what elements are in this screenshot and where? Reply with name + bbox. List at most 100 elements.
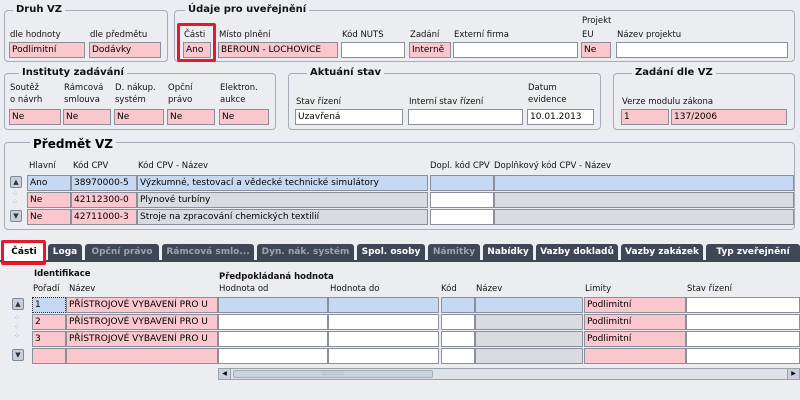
hscroll-thumb[interactable]: ::::::::::: [233,370,433,378]
tab-typ-zverejneni[interactable]: Typ zveřejnění [706,244,800,261]
casti-hdr-nazev2: Název [476,284,503,294]
dns-field[interactable]: Ne [114,109,164,125]
tab-vazby-dokladu[interactable]: Vazby dokladů [536,244,618,261]
casti-row-2-kod[interactable] [441,314,475,330]
casti-row-1-stav[interactable] [686,297,800,313]
predmet-row-3-nazev[interactable]: Stroje na zpracování chemických textilií [137,209,428,225]
tab-nabidky[interactable]: Nabídky [483,244,533,261]
casti-hscroll[interactable]: ◀ ::::::::::: ▶ [218,368,800,380]
stav-rizeni-field[interactable]: Uzavřená [295,109,403,125]
casti-row-3-limity[interactable]: Podlimitní [584,331,686,347]
casti-row-4-stav[interactable] [686,348,800,364]
tab-loga[interactable]: Loga [48,244,82,261]
predmet-hdr-hlavni: Hlavní [29,161,56,171]
zadani-label: Zadání [410,30,440,40]
casti-row-3-poradi[interactable]: 3 [32,331,66,347]
misto-label: Místo plnění [219,30,271,40]
casti-row-4-poradi[interactable] [32,348,66,364]
predmet-row-1-hlavni[interactable]: Ano [27,175,71,191]
predmet-hdr-kod: Kód CPV [73,161,109,171]
predmet-row-2-nazev[interactable]: Plynové turbíny [137,192,428,208]
tab-spol-osoby[interactable]: Spol. osoby [357,244,425,261]
casti-hdr-hod-od: Hodnota od [219,284,269,294]
casti-scroll-down-button[interactable]: ▼ [12,349,24,361]
nazev-projektu-field[interactable] [616,42,788,58]
verze-value-field[interactable]: 137/2006 [671,109,787,125]
soutez-field[interactable]: Ne [9,109,61,125]
casti-row-2-hod-do[interactable] [328,314,439,330]
predmet-scroll-track[interactable]: ⁘ ⁘ [12,190,20,206]
predmet-row-1-dopl-kod[interactable] [430,175,494,191]
casti-scroll-up-button[interactable]: ▲ [12,298,24,310]
predmet-row-2-hlavni[interactable]: Ne [27,192,71,208]
casti-scroll-track[interactable]: ⁘ ⁘ ⁘ [14,314,22,342]
dle-hodnoty-field[interactable]: Podlimitní [9,42,85,58]
predmet-row-3-dopl-nazev[interactable] [494,209,794,225]
tab-opcni-pravo[interactable]: Opční právo [85,244,159,261]
projekt-label-1: Projekt [582,16,612,26]
tab-namitky[interactable]: Námitky [428,244,480,261]
aukce-field[interactable]: Ne [219,109,269,125]
misto-field[interactable]: BEROUN - LOCHOVICE [218,42,338,58]
casti-row-4-kod[interactable] [441,348,475,364]
casti-row-3-kod[interactable] [441,331,475,347]
casti-row-3-hod-od[interactable] [218,331,328,347]
casti-row-4-nazev2[interactable] [475,348,583,364]
predmet-row-2-dopl-kod[interactable] [430,192,494,208]
verze-num-field[interactable]: 1 [621,109,669,125]
ramcova-field[interactable]: Ne [63,109,111,125]
predmet-row-1-kod[interactable]: 38970000-5 [71,175,137,191]
casti-row-4-hod-od[interactable] [218,348,328,364]
dns-label-1: D. nákup. [115,83,156,93]
casti-row-1-kod[interactable] [441,297,475,313]
interni-stav-field[interactable] [408,109,523,125]
soutez-label-2: o návrh [10,95,43,105]
ramcova-label-1: Rámcová [64,83,104,93]
casti-row-1-hod-od[interactable] [218,297,328,313]
casti-row-4-hod-do[interactable] [328,348,439,364]
nazev-projektu-label: Název projektu [617,30,682,40]
predmet-scroll-down-button[interactable]: ▼ [10,210,22,222]
hscroll-right-button[interactable]: ▶ [787,369,799,379]
casti-row-1-nazev2[interactable] [475,297,583,313]
predmet-scroll-up-button[interactable]: ▲ [10,176,22,188]
casti-row-2-poradi[interactable]: 2 [32,314,66,330]
casti-hdr-kod: Kód [441,284,457,294]
casti-row-4-nazev[interactable] [66,348,218,364]
projekt-label-2: EU [582,30,594,40]
zadani-field[interactable]: Interně [409,42,451,58]
predmet-row-1-nazev[interactable]: Výzkumné, testovací a vědecké technické … [137,175,428,191]
casti-row-2-hod-od[interactable] [218,314,328,330]
tab-vazby-zakazek[interactable]: Vazby zakázek [621,244,703,261]
predmet-row-1-dopl-nazev[interactable] [494,175,794,191]
casti-row-4-limity[interactable] [584,348,686,364]
predmet-row-2-dopl-nazev[interactable] [494,192,794,208]
tab-ramcova-smlouva[interactable]: Rámcová smlo... [162,244,254,261]
casti-row-3-nazev2[interactable] [475,331,583,347]
casti-row-3-hod-do[interactable] [328,331,439,347]
predmet-row-3-dopl-kod[interactable] [430,209,494,225]
casti-row-1-hod-do[interactable] [328,297,439,313]
casti-row-2-nazev[interactable]: PŘÍSTROJOVÉ VYBAVENÍ PRO U [66,314,218,330]
predmet-row-3-kod[interactable]: 42711000-3 [71,209,137,225]
opcni-field[interactable]: Ne [167,109,215,125]
hscroll-left-button[interactable]: ◀ [219,369,231,379]
casti-row-1-poradi[interactable]: 1 [32,297,66,313]
casti-row-2-nazev2[interactable] [475,314,583,330]
verze-label: Verze modulu zákona [622,97,714,107]
externi-field[interactable] [453,42,578,58]
nuts-field[interactable] [341,42,405,58]
casti-row-2-limity[interactable]: Podlimitní [584,314,686,330]
casti-row-3-stav[interactable] [686,331,800,347]
casti-row-1-limity[interactable]: Podlimitní [584,297,686,313]
zadani-dle-vz-title: Zadání dle VZ [632,67,716,78]
casti-row-1-nazev[interactable]: PŘÍSTROJOVÉ VYBAVENÍ PRO U [66,297,218,313]
projekt-eu-field[interactable]: Ne [581,42,611,58]
predmet-row-2-kod[interactable]: 42112300-0 [71,192,137,208]
datum-evidence-field[interactable]: 10.01.2013 [527,109,594,125]
predmet-row-3-hlavni[interactable]: Ne [27,209,71,225]
casti-row-3-nazev[interactable]: PŘÍSTROJOVÉ VYBAVENÍ PRO U [66,331,218,347]
dle-predmetu-field[interactable]: Dodávky [89,42,161,58]
casti-row-2-stav[interactable] [686,314,800,330]
tab-dyn-nak-system[interactable]: Dyn. nák. systém [257,244,354,261]
